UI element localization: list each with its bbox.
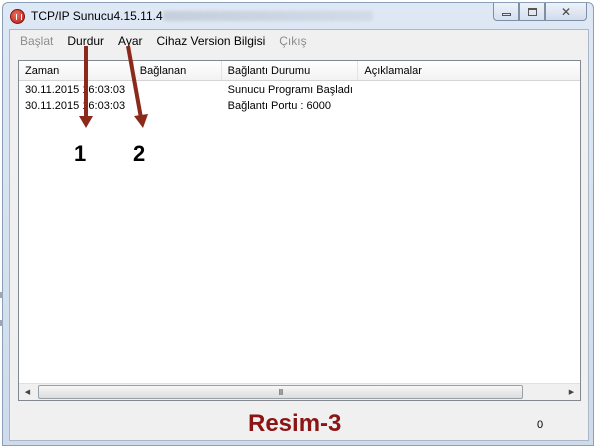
arrow-right-icon: ▶ (568, 389, 575, 396)
menu-baslat[interactable]: Başlat (13, 30, 60, 52)
window-controls: ✕ (493, 3, 587, 23)
title-bar[interactable]: TCP/IP Sunucu4.15.11.4 ✕ (3, 3, 593, 29)
maximize-button[interactable] (519, 3, 545, 21)
app-window: TCP/IP Sunucu4.15.11.4 ✕ Başlat Durdur A… (2, 2, 594, 446)
window-title: TCP/IP Sunucu4.15.11.4 (31, 9, 163, 23)
list-rows: 30.11.2015 16:03:03 Sunucu Programı Başl… (19, 82, 580, 114)
column-header-baglanti-durumu[interactable]: Bağlantı Durumu (222, 61, 359, 80)
menu-durdur[interactable]: Durdur (60, 30, 111, 52)
scroll-grip: III (278, 387, 284, 397)
horizontal-scrollbar[interactable]: ◀ III ▶ (19, 383, 580, 400)
client-area: Başlat Durdur Ayar Cihaz Version Bilgisi… (9, 29, 589, 441)
cell-baglanan (134, 98, 222, 114)
app-icon (10, 9, 25, 24)
annotation-label-1: 1 (74, 141, 87, 166)
figure-caption: Resim-3 (248, 410, 342, 437)
cell-zaman: 30.11.2015 16:03:03 (25, 100, 126, 112)
cell-aciklamalar (358, 98, 580, 114)
minimize-icon (501, 13, 511, 16)
edge-mark (0, 292, 3, 298)
log-list-view[interactable]: Zaman Bağlanan Bağlantı Durumu Açıklamal… (18, 60, 581, 401)
list-row[interactable]: 30.11.2015 16:03:03 Sunucu Programı Başl… (19, 82, 580, 98)
annotation-label-2: 2 (133, 141, 146, 166)
minimize-button[interactable] (493, 3, 519, 21)
close-icon: ✕ (560, 4, 572, 19)
scroll-thumb[interactable]: III (38, 385, 523, 399)
maximize-icon (527, 7, 537, 16)
column-header-baglanan[interactable]: Bağlanan (134, 61, 222, 80)
list-header: Zaman Bağlanan Bağlantı Durumu Açıklamal… (19, 61, 580, 81)
scroll-left-button[interactable]: ◀ (19, 384, 36, 400)
arrow-left-icon: ◀ (24, 389, 31, 396)
menu-cihaz-version-bilgisi[interactable]: Cihaz Version Bilgisi (150, 30, 273, 52)
menu-bar: Başlat Durdur Ayar Cihaz Version Bilgisi… (10, 30, 588, 52)
column-header-aciklamalar[interactable]: Açıklamalar (358, 61, 580, 80)
edge-mark (0, 320, 3, 326)
menu-cikis[interactable]: Çıkış (272, 30, 313, 52)
scroll-right-button[interactable]: ▶ (563, 384, 580, 400)
list-row[interactable]: 30.11.2015 16:03:03 Bağlantı Portu : 600… (19, 98, 580, 114)
cell-zaman: 30.11.2015 16:03:03 (25, 84, 126, 96)
cell-baglanan (134, 82, 222, 98)
menu-ayar[interactable]: Ayar (111, 30, 149, 52)
blurred-title-region (163, 11, 373, 21)
column-header-zaman[interactable]: Zaman (19, 61, 134, 80)
cell-baglanti-durumu: Sunucu Programı Başladı (227, 84, 353, 96)
status-count: 0 (537, 419, 544, 431)
cell-baglanti-durumu: Bağlantı Portu : 6000 (227, 100, 331, 112)
close-button[interactable]: ✕ (545, 3, 587, 21)
cell-aciklamalar (358, 82, 580, 98)
status-bar: Resim-3 0 (10, 408, 588, 441)
